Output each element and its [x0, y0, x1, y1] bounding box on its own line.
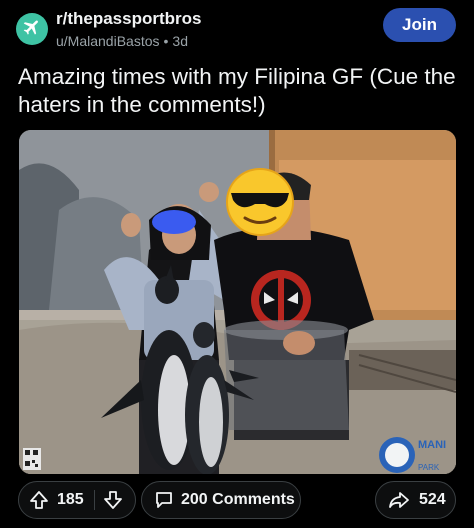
qr-code — [23, 448, 41, 470]
post-header: r/thepassportbros u/MalandiBastos • 3d Joi… — [0, 0, 474, 60]
airplane-icon — [22, 17, 42, 42]
arrow-up-icon[interactable] — [29, 490, 49, 510]
post-title[interactable]: Amazing times with my Filipina GF (Cue t… — [18, 63, 458, 119]
blur-patch — [152, 210, 196, 234]
author-name[interactable]: u/MalandiBastos — [56, 33, 160, 49]
logo-text-top: MANI — [418, 439, 446, 451]
subreddit-avatar[interactable] — [16, 13, 48, 45]
meta-separator: • — [163, 33, 169, 49]
vote-divider — [93, 490, 95, 510]
subreddit-name[interactable]: r/thepassportbros — [56, 9, 201, 29]
vote-control: 185 — [18, 481, 136, 519]
comments-button[interactable]: 200 Comments — [141, 481, 301, 519]
speech-bubble-icon — [154, 490, 174, 510]
upvote-count: 185 — [57, 491, 84, 508]
post-image[interactable]: MANI PARK — [19, 130, 456, 474]
post-action-bar: 185 200 Comments 524 — [0, 478, 474, 522]
smiling-face-with-sunglasses-icon — [226, 168, 294, 236]
share-arrow-icon — [388, 490, 410, 510]
comments-label: 200 Comments — [181, 491, 295, 508]
join-button[interactable]: Join — [383, 8, 456, 42]
arrow-down-icon[interactable] — [103, 490, 123, 510]
share-button[interactable]: 524 — [375, 481, 456, 519]
post-age: 3d — [172, 33, 188, 49]
post-meta: u/MalandiBastos • 3d — [56, 33, 188, 49]
share-count: 524 — [419, 491, 446, 508]
logo-text-bottom: PARK — [418, 463, 440, 472]
